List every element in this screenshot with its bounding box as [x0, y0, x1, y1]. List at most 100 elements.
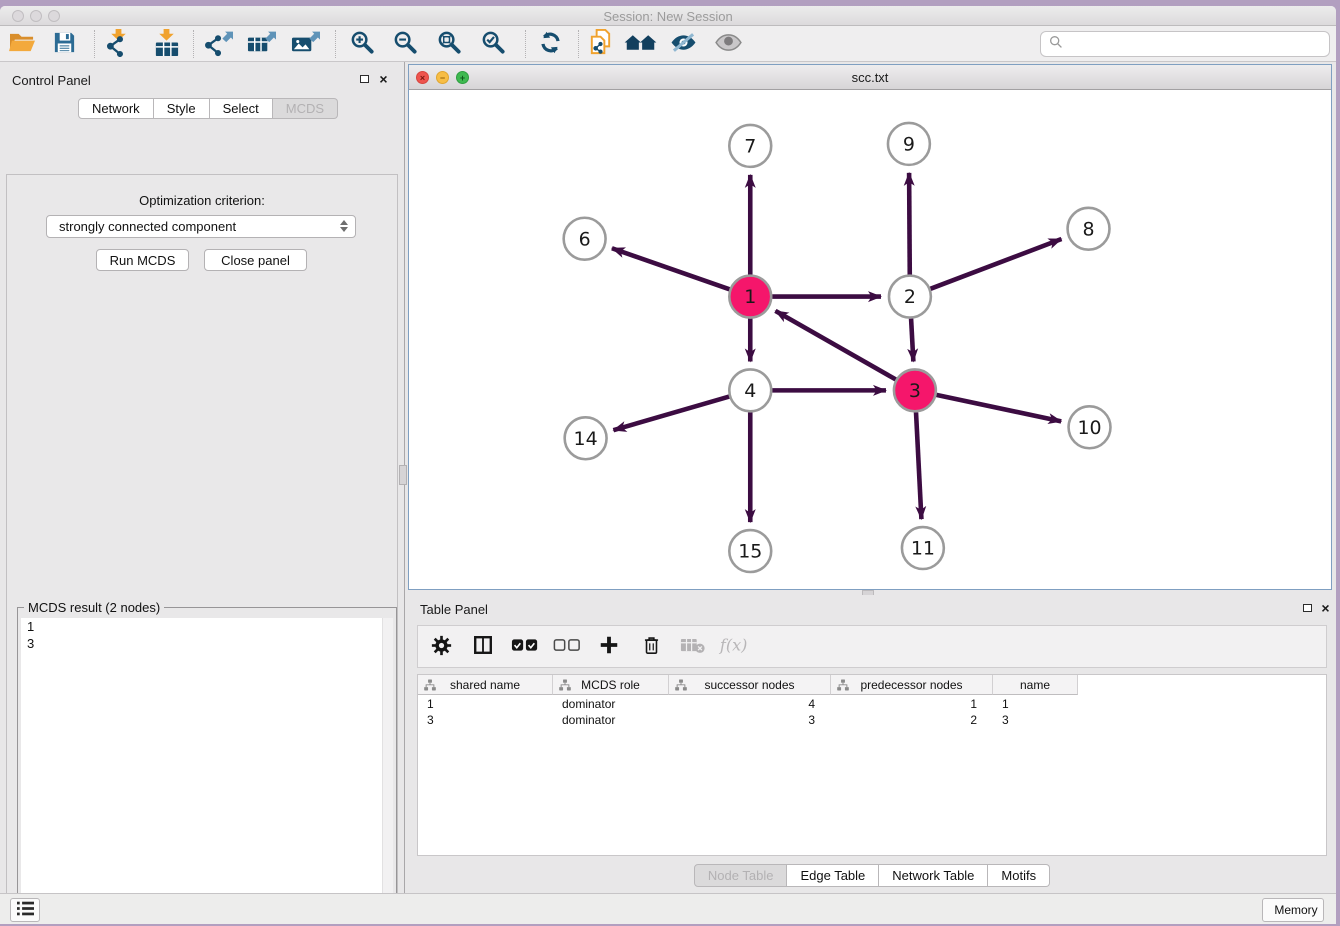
select-stepper-icon: [340, 220, 348, 232]
column-header-label: successor nodes: [704, 678, 794, 692]
column-header-label: MCDS role: [581, 678, 640, 692]
table-close-icon[interactable]: ×: [1319, 602, 1332, 614]
close-panel-button[interactable]: Close panel: [204, 249, 307, 271]
zoom-fit-icon: [436, 29, 463, 59]
table-tab-node-table[interactable]: Node Table: [694, 864, 788, 887]
import-network-button[interactable]: [100, 29, 136, 59]
clone-network-button[interactable]: [582, 29, 618, 59]
table-tab-edge-table[interactable]: Edge Table: [787, 864, 879, 887]
app-window: Session: New Session Control Panel × Net…: [0, 6, 1336, 924]
column-header-name[interactable]: name: [993, 675, 1078, 695]
import-table-button[interactable]: [148, 29, 184, 59]
graph-node-3[interactable]: 3: [894, 369, 936, 411]
uncheck-pair-icon: [553, 638, 581, 656]
zoom-in-icon: [349, 29, 376, 59]
node-table[interactable]: shared name MCDS role successor nodes prede…: [417, 674, 1327, 856]
graph-node-7[interactable]: 7: [729, 125, 771, 167]
graph-node-label: 1: [744, 286, 756, 308]
open-session-button[interactable]: [4, 29, 40, 59]
float-panel-icon[interactable]: [358, 73, 371, 85]
tab-style[interactable]: Style: [154, 98, 210, 119]
check-pair-icon: [511, 638, 539, 656]
control-panel: Control Panel × NetworkStyleSelectMCDS O…: [0, 62, 405, 893]
export-table-button[interactable]: [243, 29, 279, 59]
create-column-button[interactable]: [596, 633, 622, 661]
search-input[interactable]: [1068, 37, 1329, 52]
graph-node-6[interactable]: 6: [564, 218, 606, 260]
graph-node-label: 11: [911, 538, 935, 560]
zoom-fit-button[interactable]: [431, 29, 467, 59]
main-toolbar: [0, 26, 1336, 62]
table-tab-motifs[interactable]: Motifs: [988, 864, 1050, 887]
graph-edge-4-14[interactable]: [613, 397, 729, 431]
graph-node-4[interactable]: 4: [729, 369, 771, 411]
task-history-button[interactable]: [10, 898, 40, 922]
memory-button[interactable]: Memory: [1262, 898, 1324, 922]
vertical-splitter-handle[interactable]: [399, 465, 407, 485]
apply-layout-button[interactable]: [532, 29, 568, 59]
delete-column-button[interactable]: [638, 633, 664, 661]
import-table-icon: [152, 28, 181, 60]
column-header-predecessor-nodes[interactable]: predecessor nodes: [831, 675, 993, 695]
show-column-panel-button[interactable]: [470, 633, 496, 661]
show-all-button[interactable]: [710, 29, 746, 59]
table-cell: 3: [418, 712, 553, 728]
column-header-MCDS-role[interactable]: MCDS role: [553, 675, 669, 695]
criterion-select[interactable]: strongly connected component: [46, 215, 356, 238]
select-all-columns-button[interactable]: [512, 633, 538, 661]
table-row[interactable]: 1dominator411: [418, 696, 1078, 712]
delete-table-button: [680, 633, 706, 661]
graph-node-14[interactable]: 14: [565, 417, 607, 459]
graph-edge-1-6[interactable]: [612, 248, 730, 289]
graph-edge-3-11[interactable]: [916, 412, 921, 519]
save-session-button[interactable]: [46, 29, 82, 59]
export-image-button[interactable]: [287, 29, 323, 59]
mcds-result-area[interactable]: 13: [21, 618, 393, 924]
network-graph[interactable]: 7 9 6 8 1 2 4 3 14 10 15 11: [409, 90, 1331, 589]
graph-node-15[interactable]: 15: [729, 530, 771, 572]
column-header-successor-nodes[interactable]: successor nodes: [669, 675, 831, 695]
column-settings-button[interactable]: [428, 633, 454, 661]
graph-node-1[interactable]: 1: [729, 276, 771, 318]
home-button[interactable]: [622, 29, 658, 59]
control-panel-title: Control Panel: [12, 73, 91, 88]
tab-network[interactable]: Network: [78, 98, 154, 119]
search-box[interactable]: [1040, 31, 1330, 57]
export-network-button[interactable]: [200, 29, 236, 59]
graph-edge-2-3[interactable]: [911, 319, 913, 362]
network-canvas[interactable]: 7 9 6 8 1 2 4 3 14 10 15 11: [409, 90, 1331, 589]
graph-edge-2-8[interactable]: [930, 239, 1061, 289]
graph-node-8[interactable]: 8: [1068, 208, 1110, 250]
hide-selected-button[interactable]: [665, 29, 701, 59]
graph-node-2[interactable]: 2: [889, 276, 931, 318]
graph-node-9[interactable]: 9: [888, 123, 930, 165]
mcds-result-line: 1: [21, 618, 393, 635]
zoom-selected-button[interactable]: [475, 29, 511, 59]
graph-edge-2-9[interactable]: [909, 173, 910, 275]
unselect-all-columns-button[interactable]: [554, 633, 580, 661]
toolbar-separator: [94, 30, 95, 58]
table-tab-network-table[interactable]: Network Table: [879, 864, 988, 887]
toolbar-separator: [335, 30, 336, 58]
graph-node-11[interactable]: 11: [902, 527, 944, 569]
table-panel-title: Table Panel: [420, 602, 488, 617]
result-scrollbar[interactable]: [382, 618, 393, 924]
export-image-icon: [290, 28, 321, 60]
graph-edge-3-1[interactable]: [775, 311, 895, 380]
list-icon: [15, 900, 36, 920]
graph-node-10[interactable]: 10: [1069, 406, 1111, 448]
close-panel-icon[interactable]: ×: [377, 73, 390, 85]
graph-edge-3-10[interactable]: [936, 395, 1061, 421]
optimization-criterion-label: Optimization criterion:: [7, 193, 397, 208]
save-icon: [52, 30, 77, 58]
zoom-in-button[interactable]: [344, 29, 380, 59]
run-mcds-button[interactable]: Run MCDS: [96, 249, 189, 271]
eye-slash-icon: [669, 31, 698, 57]
column-header-shared-name[interactable]: shared name: [418, 675, 553, 695]
table-row[interactable]: 3dominator323: [418, 712, 1078, 728]
tab-select[interactable]: Select: [210, 98, 273, 119]
toolbar-separator: [578, 30, 579, 58]
tab-mcds[interactable]: MCDS: [273, 98, 338, 119]
zoom-out-button[interactable]: [387, 29, 423, 59]
table-float-icon[interactable]: [1301, 602, 1314, 614]
